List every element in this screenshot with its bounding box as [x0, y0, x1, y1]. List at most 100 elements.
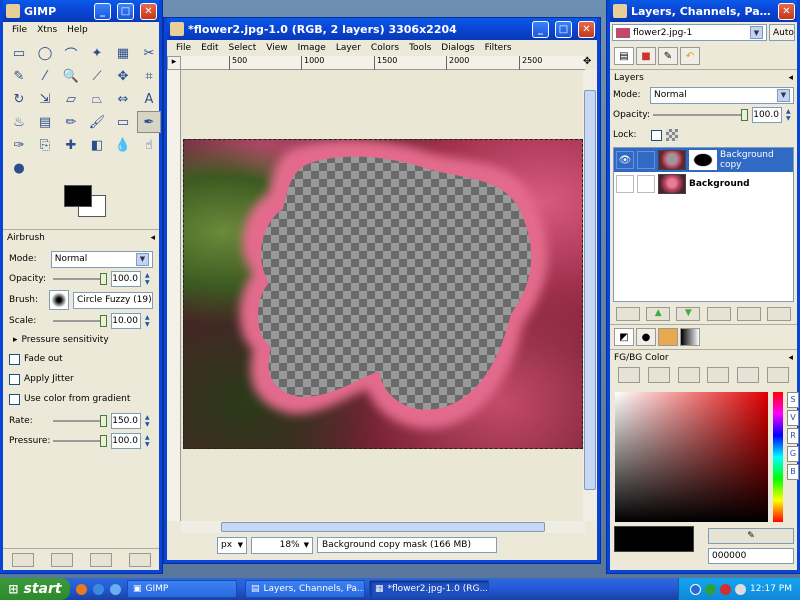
- task-gimp[interactable]: ▣ GIMP: [127, 580, 237, 598]
- task-layers[interactable]: ▤ Layers, Channels, Pa...: [245, 580, 365, 598]
- menu-view[interactable]: View: [261, 43, 292, 53]
- lock-checkbox[interactable]: [651, 129, 662, 141]
- layer-opacity-input[interactable]: 100.0: [752, 107, 782, 123]
- bucket-fill-icon[interactable]: ♨: [7, 111, 31, 133]
- scale-icon[interactable]: ⇲: [33, 88, 57, 110]
- image-titlebar[interactable]: *flower2.jpg-1.0 (RGB, 2 layers) 3306x22…: [167, 18, 597, 40]
- apply-jitter-row[interactable]: Apply Jitter: [3, 369, 159, 389]
- close-button[interactable]: ✕: [578, 20, 595, 38]
- scissors-icon[interactable]: ✂: [137, 42, 161, 64]
- zoom-icon[interactable]: 🔍: [59, 65, 83, 87]
- layer-opacity-spinner[interactable]: ▲ ▼: [786, 107, 794, 123]
- perspective-icon[interactable]: ⏢: [85, 88, 109, 110]
- chain-toggle[interactable]: [637, 175, 655, 193]
- image-select[interactable]: flower2.jpg-1 ▼: [612, 24, 767, 41]
- layer-row-background-copy[interactable]: 👁 Background copy: [614, 148, 793, 172]
- channel-v-button[interactable]: V: [787, 410, 799, 426]
- color-picker-icon[interactable]: ⁄: [33, 65, 57, 87]
- blend-icon[interactable]: ▤: [33, 111, 57, 133]
- brush-name[interactable]: Circle Fuzzy (19): [73, 291, 153, 309]
- opacity-spinner[interactable]: ▲ ▼: [145, 271, 153, 287]
- anchor-layer-button[interactable]: [736, 307, 761, 321]
- horizontal-scrollbar[interactable]: [181, 521, 585, 533]
- watercolor-selector-icon[interactable]: [707, 367, 730, 383]
- menu-edit[interactable]: Edit: [196, 43, 223, 53]
- layer-thumbnail[interactable]: [658, 174, 686, 194]
- scale-spinner[interactable]: ▲ ▼: [145, 313, 153, 329]
- minimize-button[interactable]: _: [532, 20, 549, 38]
- use-gradient-row[interactable]: Use color from gradient: [3, 389, 159, 409]
- eraser-icon[interactable]: ▭: [111, 111, 135, 133]
- color-picker-button[interactable]: ✎: [708, 528, 794, 544]
- start-button[interactable]: ⊞ start: [0, 578, 70, 600]
- menu-file[interactable]: File: [7, 25, 32, 35]
- menu-filters[interactable]: Filters: [480, 43, 517, 53]
- hue-strip[interactable]: [773, 392, 783, 522]
- tab-gradients[interactable]: [680, 328, 700, 346]
- perspective-clone-icon[interactable]: ◧: [85, 134, 109, 156]
- rate-slider[interactable]: [53, 415, 107, 427]
- vertical-scrollbar[interactable]: [583, 70, 597, 521]
- gimp-selector-icon[interactable]: [617, 367, 640, 383]
- opacity-slider[interactable]: [53, 273, 107, 285]
- delete-layer-button[interactable]: [766, 307, 791, 321]
- pressure-spinner[interactable]: ▲ ▼: [145, 433, 153, 449]
- scale-input[interactable]: 10.00: [111, 313, 141, 329]
- fade-out-row[interactable]: Fade out: [3, 349, 159, 369]
- firefox-icon[interactable]: [76, 583, 87, 595]
- pencil-icon[interactable]: ✏: [59, 111, 83, 133]
- tab-patterns[interactable]: [658, 328, 678, 346]
- menu-image[interactable]: Image: [293, 43, 331, 53]
- color-select-icon[interactable]: ▦: [111, 42, 135, 64]
- delete-options-button[interactable]: [89, 552, 112, 567]
- menu-colors[interactable]: Colors: [366, 43, 404, 53]
- menu-xtns[interactable]: Xtns: [32, 25, 62, 35]
- use-gradient-checkbox[interactable]: [9, 393, 20, 405]
- chain-toggle[interactable]: [637, 151, 655, 169]
- move-icon[interactable]: ✥: [111, 65, 135, 87]
- fg-bg-color-swatch[interactable]: [58, 185, 159, 225]
- channel-g-button[interactable]: G: [787, 446, 799, 462]
- clone-icon[interactable]: ⎘: [33, 134, 57, 156]
- layer-name[interactable]: Background: [689, 179, 750, 189]
- fuzzy-select-icon[interactable]: ✦: [85, 42, 109, 64]
- crop-icon[interactable]: ⌗: [137, 65, 161, 87]
- channel-s-button[interactable]: S: [787, 392, 799, 408]
- free-select-icon[interactable]: ⌒: [59, 42, 83, 64]
- flip-icon[interactable]: ⇔: [111, 88, 135, 110]
- pressure-input[interactable]: 100.0: [111, 433, 141, 449]
- layer-thumbnail[interactable]: [658, 150, 686, 170]
- unit-select[interactable]: px ▼: [217, 536, 247, 554]
- hex-input[interactable]: 000000: [708, 548, 794, 564]
- tab-layers[interactable]: ▤: [614, 47, 634, 65]
- opacity-input[interactable]: 100.0: [111, 271, 141, 287]
- raise-layer-button[interactable]: ▲: [646, 307, 671, 321]
- layer-mask-thumbnail[interactable]: [689, 150, 717, 170]
- menu-help[interactable]: Help: [62, 25, 93, 35]
- foreground-color[interactable]: [64, 185, 92, 207]
- mode-select[interactable]: Normal ▼: [50, 250, 153, 268]
- minimize-button[interactable]: _: [94, 2, 111, 20]
- auto-button[interactable]: Auto: [769, 24, 795, 41]
- eye-icon[interactable]: 👁: [616, 151, 634, 169]
- close-button[interactable]: ✕: [140, 2, 157, 20]
- paths-icon[interactable]: ✎: [7, 65, 31, 87]
- menu-file[interactable]: File: [171, 43, 196, 53]
- rate-input[interactable]: 150.0: [111, 413, 141, 429]
- pressure-slider[interactable]: [53, 435, 107, 447]
- scale-slider[interactable]: [53, 315, 107, 327]
- text-icon[interactable]: A: [137, 88, 161, 110]
- dodge-burn-icon[interactable]: ●: [7, 157, 31, 179]
- rotate-icon[interactable]: ↻: [7, 88, 31, 110]
- menu-select[interactable]: Select: [224, 43, 262, 53]
- panel-menu-icon[interactable]: ◂: [788, 353, 793, 363]
- lower-layer-button[interactable]: ▼: [676, 307, 701, 321]
- menu-tools[interactable]: Tools: [404, 43, 436, 53]
- smudge-icon[interactable]: ☝: [137, 134, 161, 156]
- navigate-icon[interactable]: ✥: [583, 56, 595, 70]
- airbrush-icon[interactable]: ✒: [137, 111, 161, 133]
- antivirus-icon[interactable]: [720, 583, 731, 595]
- layer-row-background[interactable]: Background: [614, 172, 793, 196]
- security-icon[interactable]: [705, 583, 716, 595]
- tab-paths[interactable]: ✎: [658, 47, 678, 65]
